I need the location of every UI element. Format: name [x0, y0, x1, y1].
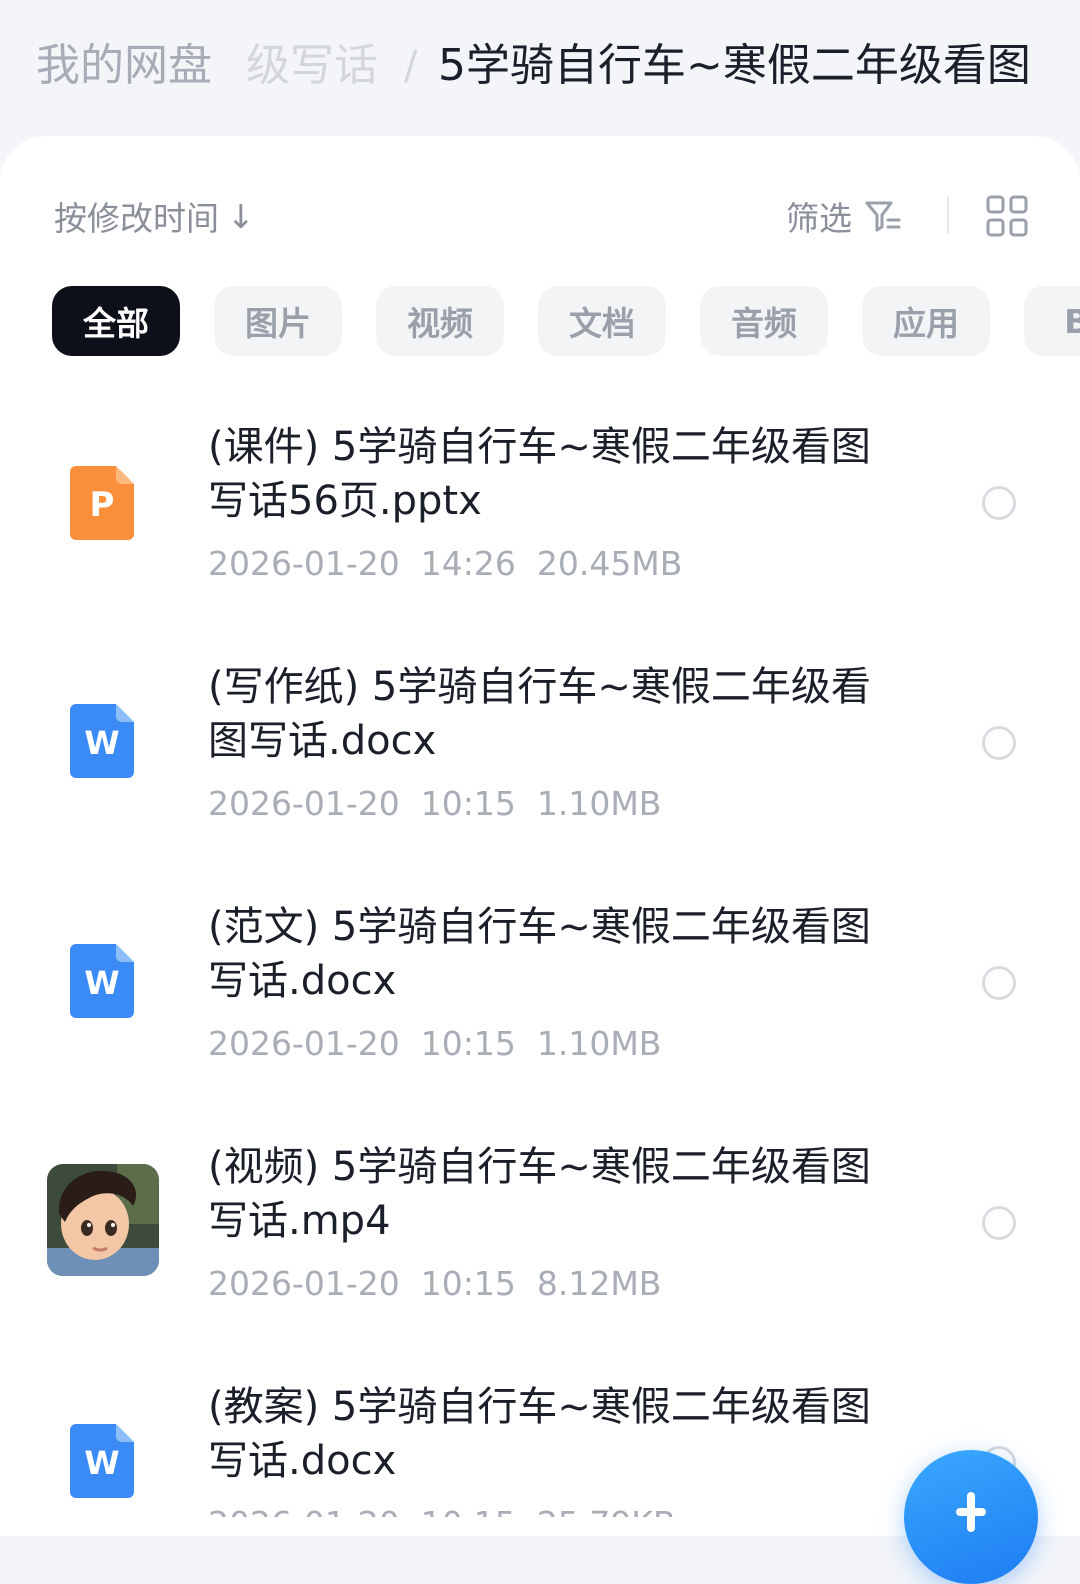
video-thumbnail: [47, 1164, 159, 1276]
tab-videos[interactable]: 视频: [376, 286, 504, 356]
pptx-letter: P: [90, 485, 115, 525]
sort-label: 按修改时间: [54, 199, 219, 238]
file-meta: 2026-01-20 10:15 8.12MB: [208, 1264, 662, 1303]
tab-all[interactable]: 全部: [52, 286, 180, 356]
video-thumbnail-image: [47, 1164, 159, 1276]
list-item[interactable]: (视频) 5学骑自行车~寒假二年级看图写话.mp4 2026-01-20 10:…: [0, 1140, 1080, 1360]
breadcrumb: 级写话 / 我的网盘 5学骑自行车~寒假二年级看图: [0, 0, 1080, 140]
pptx-file-icon: P: [70, 466, 134, 540]
file-name: (范文) 5学骑自行车~寒假二年级看图写话.docx: [208, 904, 871, 1004]
docx-letter: W: [84, 724, 119, 762]
filter-button[interactable]: 筛选: [786, 192, 902, 240]
file-meta: 2026-01-20 10:15 1.10MB: [208, 784, 662, 823]
plus-icon-stroke: [967, 1492, 975, 1532]
tab-apps[interactable]: 应用: [862, 286, 990, 356]
select-radio[interactable]: [982, 486, 1016, 520]
select-radio[interactable]: [982, 726, 1016, 760]
select-radio[interactable]: [982, 1206, 1016, 1240]
toolbar-divider: [947, 196, 949, 234]
file-meta: 2026-01-20 10:15 1.10MB: [208, 1024, 662, 1063]
file-name: (视频) 5学骑自行车~寒假二年级看图写话.mp4: [208, 1144, 871, 1244]
docx-letter: W: [84, 964, 119, 1002]
tab-bt[interactable]: BT: [1024, 286, 1080, 356]
grid-view-icon[interactable]: [985, 194, 1029, 238]
tab-audio[interactable]: 音频: [700, 286, 828, 356]
breadcrumb-folder[interactable]: 级写话: [246, 36, 378, 96]
list-item[interactable]: W (写作纸) 5学骑自行车~寒假二年级看图写话.docx 2026-01-20…: [0, 660, 1080, 880]
select-radio[interactable]: [982, 966, 1016, 1000]
sort-button[interactable]: 按修改时间 ↓: [54, 192, 255, 240]
file-meta: 2026-01-20 10:15 25.79KB: [208, 1504, 676, 1517]
tab-images[interactable]: 图片: [214, 286, 342, 356]
docx-file-icon: W: [70, 944, 134, 1018]
breadcrumb-root[interactable]: 我的网盘: [36, 36, 226, 96]
list-item[interactable]: W (范文) 5学骑自行车~寒假二年级看图写话.docx 2026-01-20 …: [0, 900, 1080, 1120]
breadcrumb-separator: /: [404, 43, 418, 89]
list-item[interactable]: P (课件) 5学骑自行车~寒假二年级看图写话56页.pptx 2026-01-…: [0, 420, 1080, 640]
file-name: (教案) 5学骑自行车~寒假二年级看图写话.docx: [208, 1384, 871, 1484]
docx-letter: W: [84, 1444, 119, 1482]
category-tabs: 全部 图片 视频 文档 音频 应用 BT: [0, 286, 1080, 356]
file-name: (课件) 5学骑自行车~寒假二年级看图写话56页.pptx: [208, 424, 871, 524]
add-button[interactable]: [904, 1450, 1038, 1584]
filter-label: 筛选: [786, 199, 852, 238]
docx-file-icon: W: [70, 1424, 134, 1498]
sort-direction-icon: ↓: [227, 196, 255, 236]
breadcrumb-current: 5学骑自行车~寒假二年级看图: [438, 40, 1031, 91]
file-name: (写作纸) 5学骑自行车~寒假二年级看图写话.docx: [208, 664, 871, 764]
docx-file-icon: W: [70, 704, 134, 778]
tab-documents[interactable]: 文档: [538, 286, 666, 356]
filter-icon: [865, 201, 901, 232]
file-meta: 2026-01-20 14:26 20.45MB: [208, 544, 683, 583]
